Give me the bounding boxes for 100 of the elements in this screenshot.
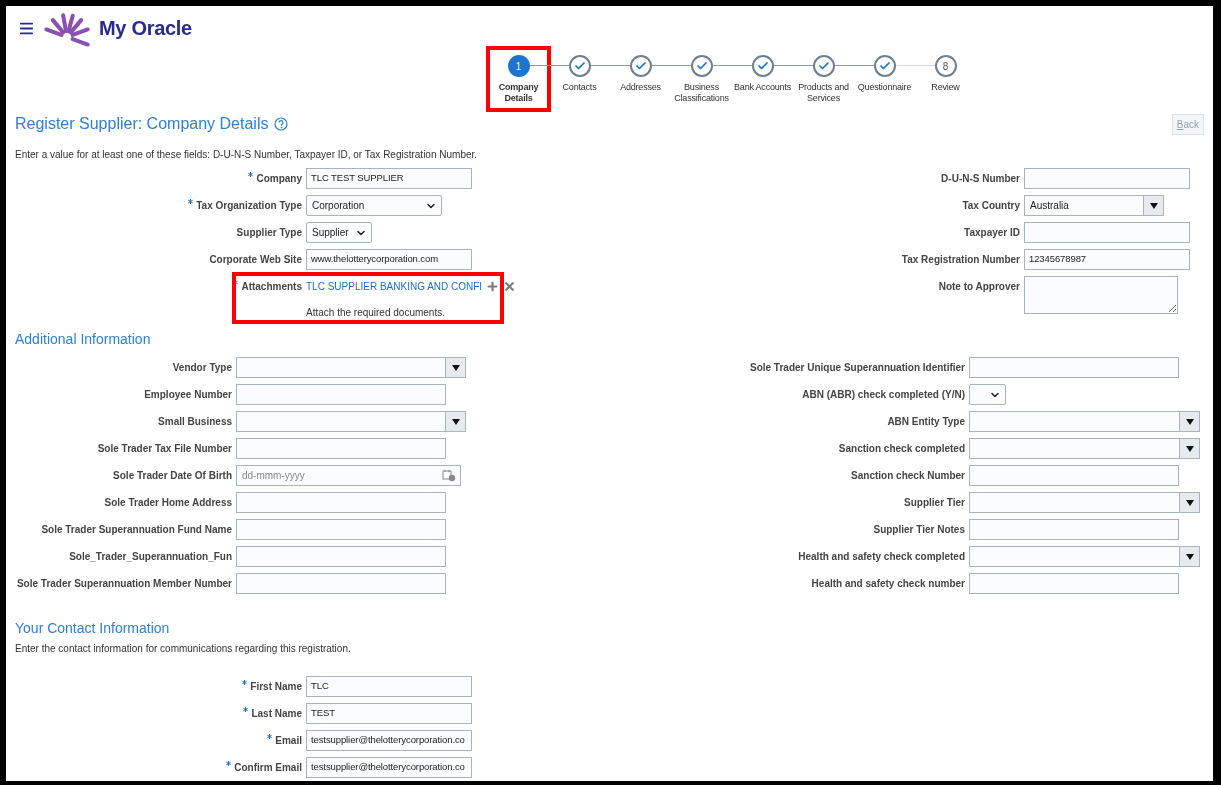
field-label: Company xyxy=(256,172,302,186)
dropdown-button[interactable] xyxy=(1179,412,1199,431)
step-label: Contacts xyxy=(561,82,598,93)
step-connector xyxy=(651,65,691,66)
step-label: Questionnaire xyxy=(856,82,913,93)
select-field[interactable]: Corporation xyxy=(306,195,442,216)
step-label: Addresses xyxy=(619,82,662,93)
field-label: Supplier Tier xyxy=(904,496,965,510)
step-marker[interactable] xyxy=(873,55,896,77)
add-icon[interactable] xyxy=(486,280,500,293)
text-field[interactable] xyxy=(1024,222,1190,243)
field-label: Supplier Type xyxy=(236,226,302,240)
check-icon xyxy=(634,60,647,72)
check-icon xyxy=(817,60,830,72)
select-field[interactable]: Supplier xyxy=(306,222,372,243)
combo-field[interactable] xyxy=(969,492,1200,513)
step-connector xyxy=(712,65,752,66)
dropdown-button[interactable] xyxy=(1179,547,1199,566)
text-field[interactable] xyxy=(236,384,446,405)
text-field[interactable]: 12345678987 xyxy=(1024,249,1190,270)
text-field[interactable] xyxy=(969,519,1179,540)
triangle-down-icon xyxy=(1149,202,1158,209)
logo-text[interactable]: My Oracle xyxy=(99,13,192,43)
dropdown-button[interactable] xyxy=(445,358,465,377)
field-label: Tax Registration Number xyxy=(901,253,1020,267)
field-label: Tax Country xyxy=(962,199,1020,213)
attachment-note: Attach the required documents. xyxy=(306,306,446,320)
triangle-down-icon xyxy=(1185,499,1194,506)
dropdown-button[interactable] xyxy=(1179,439,1199,458)
dropdown-button[interactable] xyxy=(445,412,465,431)
text-field[interactable] xyxy=(236,492,446,513)
field-label: Sole Trader Unique Superannuation Identifier xyxy=(749,361,965,375)
text-field[interactable] xyxy=(236,519,446,540)
text-field[interactable]: testsupplier@thelotterycorporation.co xyxy=(306,730,472,751)
dropdown-button[interactable] xyxy=(1179,493,1199,512)
step-connector xyxy=(773,65,813,66)
step-marker[interactable]: 8 xyxy=(934,55,957,77)
field-label: Attachments xyxy=(241,280,302,294)
text-field[interactable] xyxy=(969,573,1179,594)
section-heading: Your Contact Information xyxy=(15,619,171,638)
combo-field[interactable]: Australia xyxy=(1024,195,1164,216)
field-label: Sanction check completed xyxy=(838,442,965,456)
instruction-text: Enter a value for at least one of these fields: D-U-N-S Number, Taxpayer ID, or Tax Registration Number. xyxy=(15,148,479,162)
step-marker[interactable] xyxy=(812,55,835,77)
field-label: ABN Entity Type xyxy=(887,415,965,429)
triangle-down-icon xyxy=(451,418,460,425)
step-connector xyxy=(529,65,569,66)
text-field[interactable] xyxy=(236,438,446,459)
check-icon xyxy=(573,60,586,72)
text-field[interactable] xyxy=(969,465,1179,486)
step-marker[interactable] xyxy=(629,55,652,77)
text-field[interactable] xyxy=(969,357,1179,378)
text-field[interactable]: TLC TEST SUPPLIER xyxy=(306,168,472,189)
delete-icon[interactable] xyxy=(503,280,517,293)
field-label: Sanction check Number xyxy=(851,469,965,483)
select-field[interactable] xyxy=(969,384,1006,405)
step-marker[interactable]: 1 xyxy=(507,55,530,77)
step-marker[interactable] xyxy=(751,55,774,77)
field-label: Confirm Email xyxy=(234,761,302,775)
field-label: Sole Trader Tax File Number xyxy=(97,442,232,456)
calendar-icon[interactable] xyxy=(442,469,456,482)
step-connector xyxy=(895,65,935,66)
field-label: Health and safety check number xyxy=(811,577,965,591)
step-label: Review xyxy=(930,82,961,93)
text-field[interactable]: www.thelotterycorporation.com xyxy=(306,249,472,270)
help-icon[interactable] xyxy=(274,117,289,131)
step-label: Business Classifications xyxy=(673,82,730,104)
combo-field[interactable] xyxy=(969,546,1200,567)
field-label: Taxpayer ID xyxy=(964,226,1020,240)
text-field[interactable] xyxy=(236,546,446,567)
field-label: Email xyxy=(275,734,302,748)
field-label: Small Business xyxy=(158,415,232,429)
date-field[interactable]: dd-mmm-yyyy xyxy=(236,465,461,486)
instruction-text: Enter the contact information for communications regarding this registration. xyxy=(15,642,352,656)
field-label: First Name xyxy=(250,680,302,694)
combo-field[interactable] xyxy=(236,411,466,432)
field-label: Sole Trader Superannuation Member Number xyxy=(16,577,232,591)
text-field[interactable]: testsupplier@thelotterycorporation.co xyxy=(306,757,472,778)
text-field[interactable]: TEST xyxy=(306,703,472,724)
step-marker[interactable] xyxy=(568,55,591,77)
attachment-link[interactable]: TLC SUPPLIER BANKING AND CONFI xyxy=(306,279,483,294)
combo-field[interactable] xyxy=(236,357,466,378)
page-title: Register Supplier: Company Details xyxy=(15,114,269,134)
textarea-field[interactable] xyxy=(1024,276,1178,314)
field-label: Tax Organization Type xyxy=(196,199,302,213)
text-field[interactable] xyxy=(236,573,446,594)
field-label: Sole Trader Date Of Birth xyxy=(113,469,232,483)
field-label: Last Name xyxy=(251,707,302,721)
combo-field[interactable] xyxy=(969,438,1200,459)
field-label: Corporate Web Site xyxy=(209,253,302,267)
dropdown-button[interactable] xyxy=(1143,196,1163,215)
text-field[interactable]: TLC xyxy=(306,676,472,697)
step-connector xyxy=(834,65,874,66)
step-marker[interactable] xyxy=(690,55,713,77)
check-icon xyxy=(756,60,769,72)
check-icon xyxy=(878,60,891,72)
field-label: D-U-N-S Number xyxy=(941,172,1020,186)
field-label: Supplier Tier Notes xyxy=(873,523,965,537)
text-field[interactable] xyxy=(1024,168,1190,189)
combo-field[interactable] xyxy=(969,411,1200,432)
